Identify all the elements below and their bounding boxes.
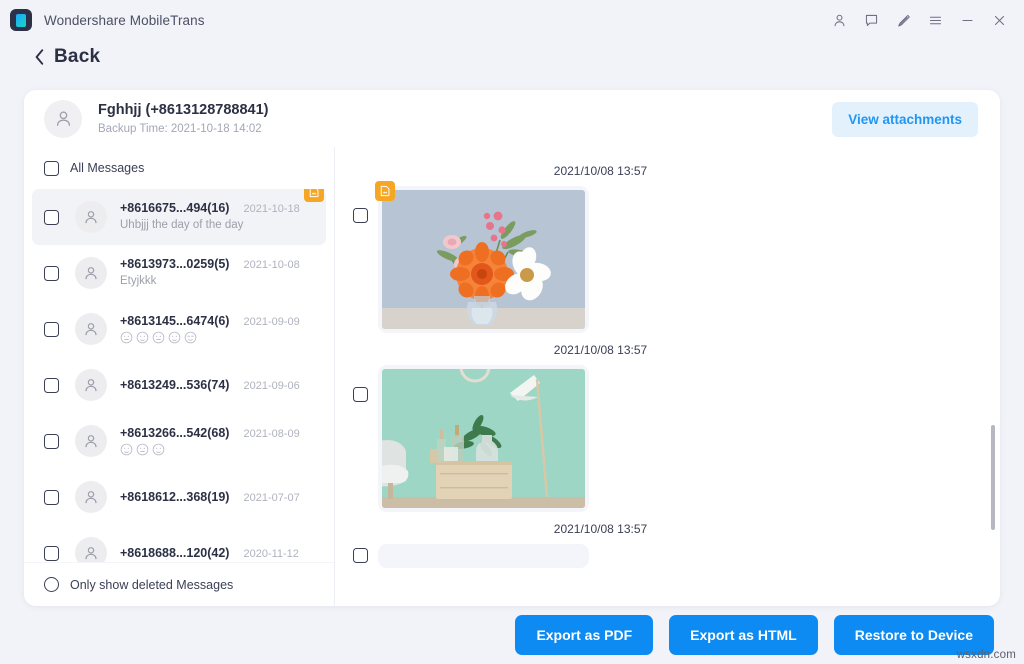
message-timestamp: 2021/10/08 13:57 bbox=[345, 333, 856, 365]
watermark: wsxdn.com bbox=[957, 649, 1016, 661]
contact-number: +8618612...368(19) bbox=[120, 490, 229, 504]
message-preview: Etyjkkk bbox=[120, 275, 156, 287]
export-as-pdf-button[interactable]: Export as PDF bbox=[515, 615, 653, 655]
contact-number: +8613266...542(68) bbox=[120, 426, 229, 440]
message-preview: Uhbjjj the day of the day bbox=[120, 219, 243, 231]
message-row[interactable] bbox=[345, 365, 976, 512]
row-checkbox[interactable] bbox=[44, 266, 59, 281]
message-image-interior[interactable] bbox=[382, 369, 585, 508]
avatar bbox=[75, 481, 107, 513]
list-item[interactable]: +8616675...494(16) 2021-10-18 Uhbjjj the… bbox=[32, 189, 326, 245]
emoji-preview bbox=[120, 443, 322, 456]
app-logo-icon bbox=[10, 9, 32, 31]
row-checkbox[interactable] bbox=[44, 322, 59, 337]
app-title: Wondershare MobileTrans bbox=[44, 13, 205, 28]
all-messages-row[interactable]: All Messages bbox=[24, 147, 334, 189]
conversation-card: Fghhjj (+8613128788841) Backup Time: 202… bbox=[24, 90, 1000, 606]
avatar bbox=[44, 100, 82, 138]
window-controls bbox=[824, 0, 1014, 40]
emoji-preview bbox=[120, 331, 322, 344]
contact-number: +8613249...536(74) bbox=[120, 378, 229, 392]
message-scrollbar[interactable] bbox=[991, 425, 995, 530]
row-checkbox[interactable] bbox=[44, 490, 59, 505]
list-item-text: +8618688...120(42) 2020-11-12 bbox=[120, 546, 322, 560]
row-checkbox[interactable] bbox=[44, 378, 59, 393]
list-item-text: +8613249...536(74) 2021-09-06 bbox=[120, 378, 322, 392]
message-checkbox[interactable] bbox=[353, 208, 368, 223]
contact-number: +8616675...494(16) bbox=[120, 201, 229, 215]
pen-icon[interactable] bbox=[888, 5, 918, 35]
only-deleted-row[interactable]: Only show deleted Messages bbox=[24, 562, 334, 606]
row-checkbox[interactable] bbox=[44, 210, 59, 225]
action-bar: Export as PDF Export as HTML Restore to … bbox=[0, 606, 1024, 664]
message-checkbox[interactable] bbox=[353, 387, 368, 402]
account-icon[interactable] bbox=[824, 5, 854, 35]
contact-date: 2021-10-18 bbox=[243, 203, 299, 215]
avatar bbox=[75, 313, 107, 345]
minimize-icon[interactable] bbox=[952, 5, 982, 35]
contact-number: +8618688...120(42) bbox=[120, 546, 229, 560]
list-item-text: +8613145...6474(6) 2021-09-09 bbox=[120, 314, 322, 344]
list-item-text: +8616675...494(16) 2021-10-18 Uhbjjj the… bbox=[120, 201, 322, 233]
avatar bbox=[75, 257, 107, 289]
view-attachments-button[interactable]: View attachments bbox=[832, 102, 978, 137]
close-icon[interactable] bbox=[984, 5, 1014, 35]
contact-name: Fghhjj (+8613128788841) bbox=[98, 102, 268, 119]
message-checkbox[interactable] bbox=[353, 548, 368, 563]
list-item-text: +8618612...368(19) 2021-07-07 bbox=[120, 490, 322, 504]
all-messages-label: All Messages bbox=[70, 161, 144, 175]
chevron-left-icon bbox=[34, 48, 45, 66]
contact-number: +8613145...6474(6) bbox=[120, 314, 229, 328]
only-deleted-radio[interactable] bbox=[44, 577, 59, 592]
message-pane[interactable]: 2021/10/08 13:57 bbox=[335, 147, 1000, 606]
conversation-sidebar: All Messages +8616675...494(16) 2021-10- bbox=[24, 147, 335, 606]
all-messages-checkbox[interactable] bbox=[44, 161, 59, 176]
only-deleted-label: Only show deleted Messages bbox=[70, 578, 233, 592]
message-image-flowers[interactable] bbox=[382, 190, 585, 329]
card-body: All Messages +8616675...494(16) 2021-10- bbox=[24, 147, 1000, 606]
avatar bbox=[75, 425, 107, 457]
back-label: Back bbox=[54, 46, 100, 68]
list-item-text: +8613266...542(68) 2021-08-09 bbox=[120, 426, 322, 456]
image-attachment-icon bbox=[304, 189, 324, 202]
hamburger-menu-icon[interactable] bbox=[920, 5, 950, 35]
image-attachment-icon bbox=[375, 181, 395, 201]
message-timestamp: 2021/10/08 13:57 bbox=[345, 154, 856, 186]
list-item[interactable]: +8618688...120(42) 2020-11-12 bbox=[32, 525, 326, 562]
contact-info: Fghhjj (+8613128788841) Backup Time: 202… bbox=[98, 102, 268, 136]
message-bubble[interactable] bbox=[378, 544, 589, 568]
contact-date: 2021-09-09 bbox=[243, 316, 299, 328]
row-checkbox[interactable] bbox=[44, 546, 59, 561]
list-item[interactable]: +8618612...368(19) 2021-07-07 bbox=[32, 469, 326, 525]
contact-date: 2021-10-08 bbox=[243, 259, 299, 271]
avatar bbox=[75, 537, 107, 562]
list-item[interactable]: +8613973...0259(5) 2021-10-08 Etyjkkk bbox=[32, 245, 326, 301]
contact-header: Fghhjj (+8613128788841) Backup Time: 202… bbox=[24, 90, 1000, 147]
backup-time: Backup Time: 2021-10-18 14:02 bbox=[98, 122, 268, 136]
message-bubble[interactable] bbox=[378, 365, 589, 512]
message-row[interactable] bbox=[345, 186, 976, 333]
message-row[interactable] bbox=[345, 544, 976, 568]
contact-number: +8613973...0259(5) bbox=[120, 257, 229, 271]
message-row[interactable] bbox=[345, 147, 976, 154]
contact-date: 2021-07-07 bbox=[243, 492, 299, 504]
contact-date: 2020-11-12 bbox=[243, 548, 298, 560]
back-button[interactable]: Back bbox=[0, 40, 120, 74]
list-item[interactable]: +8613249...536(74) 2021-09-06 bbox=[32, 357, 326, 413]
row-checkbox[interactable] bbox=[44, 434, 59, 449]
list-item[interactable]: +8613145...6474(6) 2021-09-09 bbox=[32, 301, 326, 357]
list-item[interactable]: +8613266...542(68) 2021-08-09 bbox=[32, 413, 326, 469]
avatar bbox=[75, 201, 107, 233]
avatar bbox=[75, 369, 107, 401]
title-bar: Wondershare MobileTrans bbox=[0, 0, 1024, 40]
contact-date: 2021-09-06 bbox=[243, 380, 299, 392]
app-logo-glyph bbox=[16, 14, 26, 27]
list-item-text: +8613973...0259(5) 2021-10-08 Etyjkkk bbox=[120, 257, 322, 289]
message-timestamp: 2021/10/08 13:57 bbox=[345, 512, 856, 544]
export-as-html-button[interactable]: Export as HTML bbox=[669, 615, 818, 655]
chat-bubble-icon[interactable] bbox=[856, 5, 886, 35]
message-bubble[interactable] bbox=[378, 186, 589, 333]
contact-date: 2021-08-09 bbox=[243, 428, 299, 440]
conversation-list[interactable]: +8616675...494(16) 2021-10-18 Uhbjjj the… bbox=[24, 189, 334, 562]
